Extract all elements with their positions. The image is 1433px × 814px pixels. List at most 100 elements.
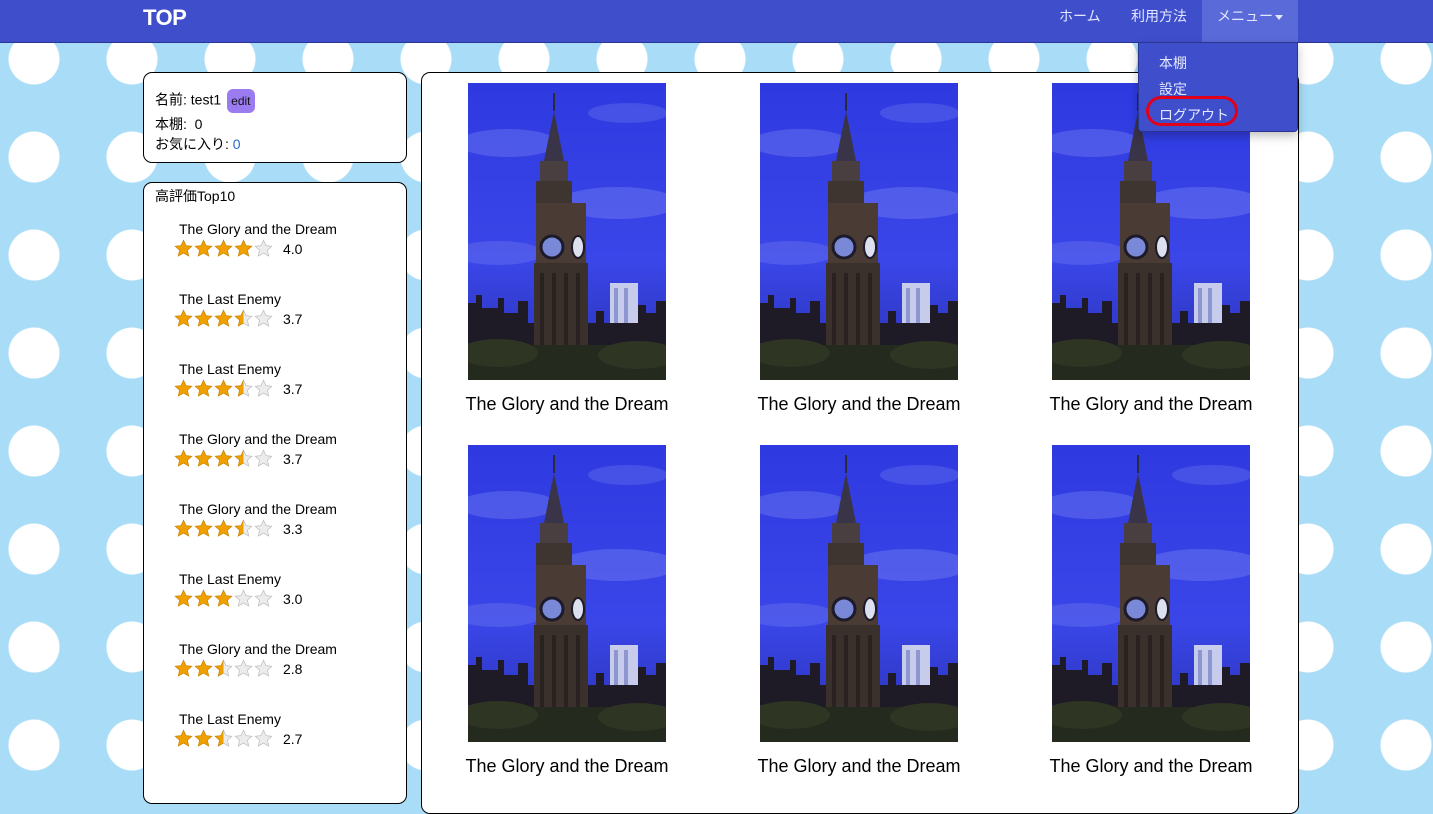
ranking-item-title[interactable]: The Last Enemy	[179, 571, 281, 587]
star-half-icon	[234, 449, 253, 468]
star-full-icon	[174, 449, 193, 468]
top-rated-card: 高評価Top10 The Glory and the Dream 4.0 The L…	[143, 182, 407, 804]
ranking-item[interactable]: The Glory and the Dream 3.3	[179, 501, 399, 551]
ranking-item[interactable]: The Last Enemy 3.7	[179, 291, 399, 341]
ranking-item-title[interactable]: The Last Enemy	[179, 711, 281, 727]
star-full-icon	[174, 309, 193, 328]
shelf-label: 本棚:	[155, 116, 187, 132]
ranking-item-title[interactable]: The Glory and the Dream	[179, 641, 337, 657]
profile-favorites-row: お気に入り: 0	[155, 134, 241, 154]
nav-home-link[interactable]: ホーム	[1059, 0, 1101, 42]
star-full-icon	[174, 519, 193, 538]
book-card[interactable]: The Glory and the Dream	[1006, 435, 1253, 776]
star-empty-icon	[254, 729, 273, 748]
star-full-icon	[194, 239, 213, 258]
book-card[interactable]: The Glory and the Dream	[422, 435, 669, 776]
star-empty-icon	[254, 309, 273, 328]
profile-name: 名前: test1	[155, 91, 222, 108]
profile-shelf-row: 本棚: 0	[155, 114, 202, 134]
star-full-icon	[214, 379, 233, 398]
star-rating	[174, 659, 274, 677]
book-title[interactable]: The Glory and the Dream	[422, 756, 712, 777]
star-rating	[174, 379, 274, 397]
star-rating	[174, 729, 274, 747]
star-full-icon	[194, 729, 213, 748]
star-full-icon	[174, 659, 193, 678]
book-cover-image[interactable]	[760, 445, 958, 742]
star-rating	[174, 589, 274, 607]
ranking-item-score: 2.7	[283, 731, 303, 747]
favorites-count-link[interactable]: 0	[233, 136, 241, 152]
ranking-item[interactable]: The Last Enemy 3.7	[179, 361, 399, 411]
ranking-item-score: 3.0	[283, 591, 303, 607]
star-rating	[174, 239, 274, 257]
star-full-icon	[174, 379, 193, 398]
star-full-icon	[214, 239, 233, 258]
book-title[interactable]: The Glory and the Dream	[714, 394, 1004, 415]
book-cover-image[interactable]	[468, 445, 666, 742]
caret-down-icon	[1275, 14, 1283, 20]
book-card[interactable]: The Glory and the Dream	[714, 435, 961, 776]
star-full-icon	[214, 519, 233, 538]
book-title[interactable]: The Glory and the Dream	[714, 756, 1004, 777]
logout-highlight-ring	[1146, 96, 1238, 126]
book-title[interactable]: The Glory and the Dream	[1006, 756, 1296, 777]
book-card[interactable]: The Glory and the Dream	[422, 73, 669, 414]
shelf-count: 0	[194, 116, 203, 132]
star-full-icon	[194, 449, 213, 468]
ranking-item-score: 2.8	[283, 661, 303, 677]
nav-menu-label: メニュー	[1217, 9, 1273, 25]
ranking-item-score: 4.0	[283, 241, 303, 257]
ranking-item-title[interactable]: The Glory and the Dream	[179, 221, 337, 237]
book-title[interactable]: The Glory and the Dream	[422, 394, 712, 415]
ranking-item[interactable]: The Glory and the Dream 2.8	[179, 641, 399, 691]
nav-usage-link[interactable]: 利用方法	[1131, 0, 1187, 42]
star-full-icon	[194, 379, 213, 398]
ranking-item[interactable]: The Glory and the Dream 4.0	[179, 221, 399, 271]
star-rating	[174, 519, 274, 537]
ranking-item-title[interactable]: The Glory and the Dream	[179, 501, 337, 517]
star-full-icon	[234, 239, 253, 258]
star-full-icon	[174, 729, 193, 748]
ranking-item-title[interactable]: The Glory and the Dream	[179, 431, 337, 447]
top-navbar: TOP ホーム 利用方法 メニュー	[0, 0, 1433, 43]
star-full-icon	[214, 309, 233, 328]
book-grid-panel: The Glory and the Dream The Glory and the…	[421, 72, 1299, 814]
star-empty-icon	[234, 729, 253, 748]
star-full-icon	[214, 449, 233, 468]
book-cover-image[interactable]	[468, 83, 666, 380]
star-half-icon	[234, 309, 253, 328]
star-empty-icon	[254, 239, 273, 258]
star-half-icon	[234, 519, 253, 538]
book-cover-image[interactable]	[760, 83, 958, 380]
ranking-item-title[interactable]: The Last Enemy	[179, 291, 281, 307]
ranking-item[interactable]: The Last Enemy 3.0	[179, 571, 399, 621]
ranking-item-title[interactable]: The Last Enemy	[179, 361, 281, 377]
ranking-item-score: 3.3	[283, 521, 303, 537]
ranking-item-score: 3.7	[283, 451, 303, 467]
brand-logo[interactable]: TOP	[143, 5, 187, 31]
profile-card: 名前: test1 edit 本棚: 0 お気に入り: 0	[143, 72, 407, 163]
ranking-item-score: 3.7	[283, 381, 303, 397]
book-title[interactable]: The Glory and the Dream	[1006, 394, 1296, 415]
star-full-icon	[194, 309, 213, 328]
star-rating	[174, 449, 274, 467]
star-half-icon	[234, 379, 253, 398]
book-cover-image[interactable]	[1052, 445, 1250, 742]
book-card[interactable]: The Glory and the Dream	[714, 73, 961, 414]
edit-profile-button[interactable]: edit	[227, 89, 255, 113]
star-rating	[174, 309, 274, 327]
star-full-icon	[214, 589, 233, 608]
ranking-item[interactable]: The Glory and the Dream 3.7	[179, 431, 399, 481]
nav-menu-dropdown[interactable]: メニュー	[1202, 0, 1298, 42]
star-empty-icon	[254, 589, 273, 608]
profile-name-row: 名前: test1 edit	[155, 89, 255, 113]
star-full-icon	[194, 589, 213, 608]
star-empty-icon	[254, 519, 273, 538]
menu-item-bookshelf[interactable]: 本棚	[1159, 53, 1187, 73]
favorites-label: お気に入り:	[155, 136, 229, 152]
star-full-icon	[194, 519, 213, 538]
star-empty-icon	[254, 659, 273, 678]
ranking-item[interactable]: The Last Enemy 2.7	[179, 711, 399, 761]
star-empty-icon	[234, 589, 253, 608]
